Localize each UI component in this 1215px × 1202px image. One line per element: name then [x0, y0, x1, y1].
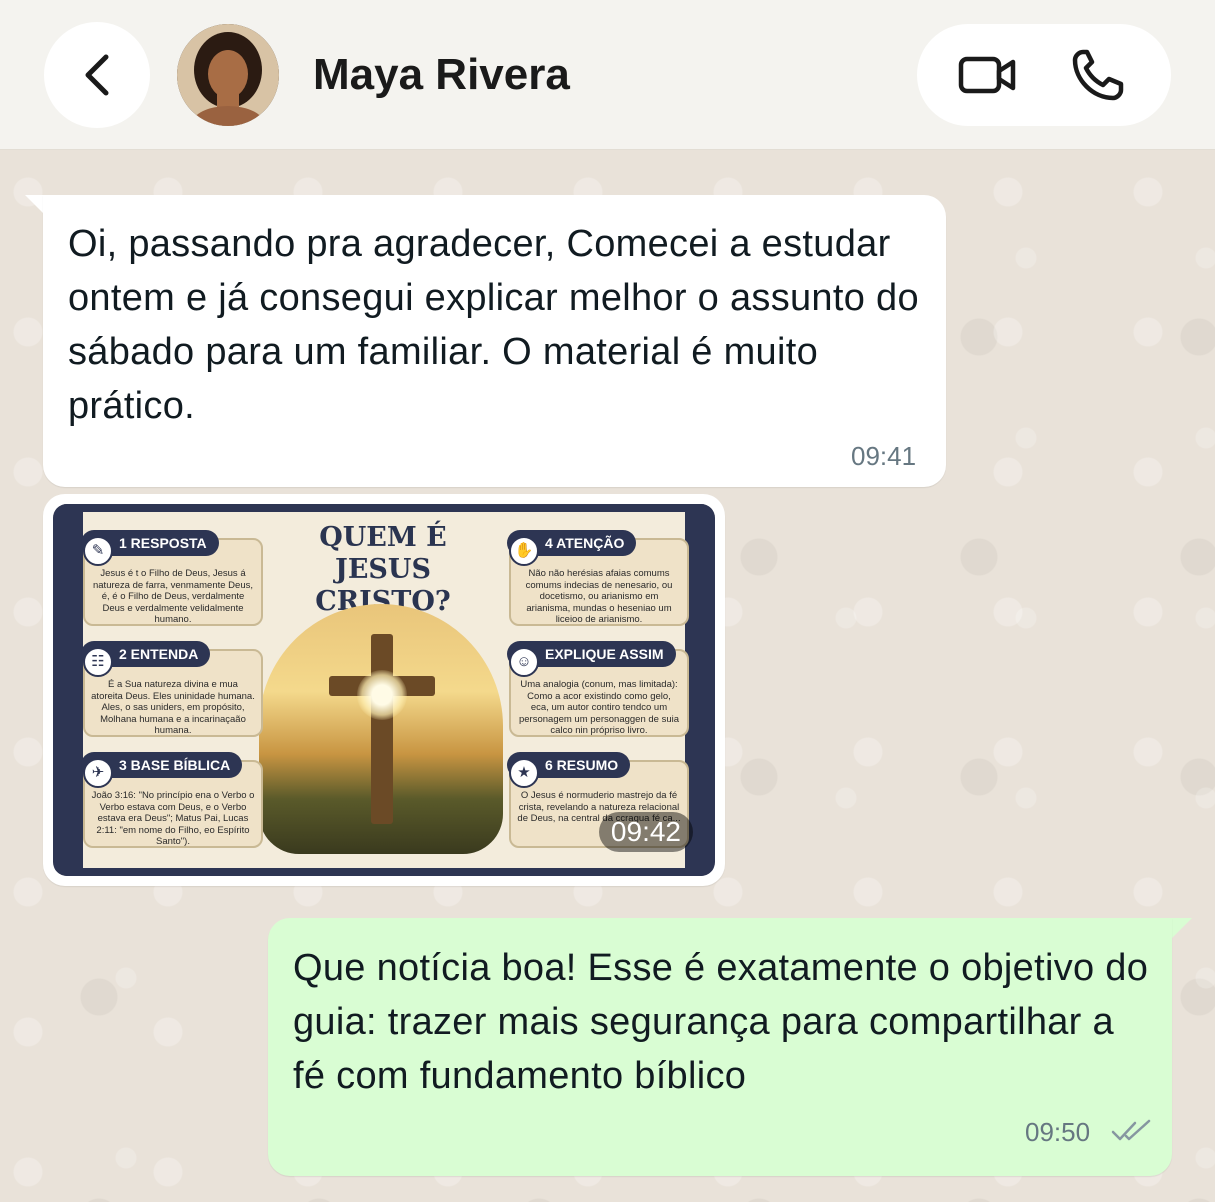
outgoing-message[interactable]: Que notícia boa! Esse é exatamente o obj…	[268, 918, 1172, 1176]
speech-icon: ☺	[509, 647, 539, 677]
card-text: Não não herésias afaias comums comums in…	[525, 568, 673, 625]
scroll-icon: ✎	[83, 536, 113, 566]
contact-avatar	[177, 24, 279, 126]
bubble-tail	[1172, 918, 1192, 938]
dove-icon: ✈	[83, 758, 113, 788]
incoming-message[interactable]: Oi, passando pra agradecer, Comecei a es…	[43, 195, 946, 487]
chat-header: Maya Rivera	[0, 0, 1215, 150]
avatar[interactable]	[177, 24, 279, 126]
voice-call-button[interactable]	[1069, 48, 1129, 104]
corner-decoration	[53, 504, 83, 876]
info-card: EXPLIQUE ASSIM ☺ Uma analogia (conum, ma…	[507, 641, 689, 737]
double-check-icon	[1111, 1119, 1151, 1141]
info-card: 1 RESPOSTA ✎ Jesus é t o Filho de Deus, …	[81, 530, 263, 626]
hand-icon: ✋	[509, 536, 539, 566]
info-card: 2 ENTENDA ☷ É a Sua natureza divina e mu…	[81, 641, 263, 737]
sun-glow	[357, 670, 407, 720]
contact-name[interactable]: Maya Rivera	[313, 50, 570, 100]
card-text: Uma analogia (conum, mas limitada): Como…	[518, 679, 680, 736]
video-call-button[interactable]	[957, 50, 1017, 100]
star-icon: ★	[509, 758, 539, 788]
message-time: 09:42	[598, 812, 693, 852]
message-time: 09:41	[851, 441, 917, 471]
chevron-left-icon	[85, 54, 109, 96]
book-icon: ☷	[83, 647, 113, 677]
card-text: Jesus é t o Filho de Deus, Jesus á natur…	[92, 568, 253, 625]
incoming-image-message[interactable]: QUEM É JESUS CRISTO? 1 RESPOSTA ✎ Jesus …	[43, 494, 725, 886]
info-card: 3 BASE BÍBLICA ✈ João 3:16: "No princípi…	[81, 752, 263, 848]
back-button[interactable]	[44, 22, 150, 128]
title-line: QUEM É	[319, 522, 447, 553]
message-time: 09:50	[1025, 1117, 1091, 1147]
info-card: 4 ATENÇÃO ✋ Não não herésias afaias comu…	[507, 530, 689, 626]
cross-icon	[371, 634, 393, 824]
phone-icon	[1072, 49, 1124, 101]
corner-decoration	[53, 504, 715, 512]
cross-illustration	[259, 604, 503, 854]
message-text: Que notícia boa! Esse é exatamente o obj…	[293, 947, 1149, 1097]
card-text: É a Sua natureza divina e mua atoreita D…	[91, 679, 255, 736]
call-actions	[917, 24, 1171, 126]
video-camera-icon	[958, 56, 1016, 94]
message-text: Oi, passando pra agradecer, Comecei a es…	[68, 223, 919, 427]
card-text: João 3:16: "No princípio ena o Verbo o V…	[91, 790, 255, 847]
bubble-tail	[25, 195, 45, 215]
infographic-image[interactable]: QUEM É JESUS CRISTO? 1 RESPOSTA ✎ Jesus …	[53, 504, 715, 876]
corner-decoration	[53, 868, 715, 876]
